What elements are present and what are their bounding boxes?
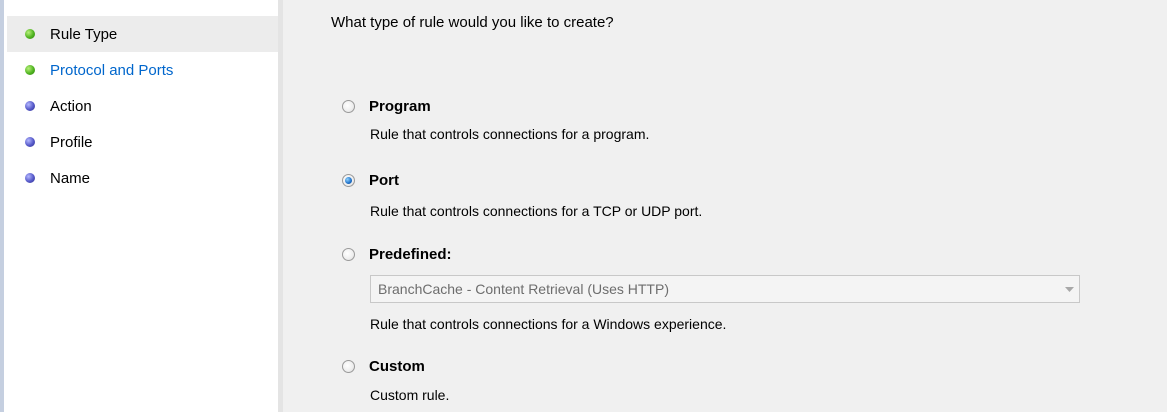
option-label: Custom (369, 358, 425, 375)
step-label: Name (50, 169, 91, 187)
step-profile[interactable]: Profile (7, 124, 278, 160)
steps-accent-bar (0, 0, 4, 412)
step-label: Protocol and Ports (50, 61, 174, 79)
option-port[interactable]: Port (342, 172, 399, 189)
predefined-rule-select[interactable]: BranchCache - Content Retrieval (Uses HT… (370, 275, 1080, 303)
step-rule-type[interactable]: Rule Type (7, 16, 278, 52)
option-label: Port (369, 172, 399, 189)
option-label: Predefined: (369, 246, 452, 263)
option-description: Rule that controls connections for a pro… (370, 126, 650, 142)
step-pending-icon (25, 101, 35, 111)
step-name[interactable]: Name (7, 160, 278, 196)
option-description: Custom rule. (370, 387, 450, 403)
page-question: What type of rule would you like to crea… (331, 14, 614, 31)
option-program[interactable]: Program (342, 98, 431, 115)
port-radio[interactable] (342, 174, 355, 187)
option-description: Rule that controls connections for a TCP… (370, 203, 703, 219)
step-label: Profile (50, 133, 93, 151)
step-protocol-and-ports[interactable]: Protocol and Ports (7, 52, 278, 88)
chevron-down-icon[interactable] (1059, 276, 1079, 302)
predefined-radio[interactable] (342, 248, 355, 261)
predefined-rule-value: BranchCache - Content Retrieval (Uses HT… (378, 281, 669, 297)
steps-pane: Rule Type Protocol and Ports Action Prof… (0, 0, 283, 412)
step-complete-icon (25, 65, 35, 75)
new-inbound-rule-wizard: Rule Type Protocol and Ports Action Prof… (0, 0, 1167, 412)
option-label: Program (369, 98, 431, 115)
step-label: Rule Type (50, 25, 118, 43)
program-radio[interactable] (342, 100, 355, 113)
step-complete-icon (25, 29, 35, 39)
option-custom[interactable]: Custom (342, 358, 425, 375)
step-pending-icon (25, 137, 35, 147)
option-description: Rule that controls connections for a Win… (370, 316, 727, 332)
option-predefined[interactable]: Predefined: (342, 246, 452, 263)
step-action[interactable]: Action (7, 88, 278, 124)
step-label: Action (50, 97, 92, 115)
custom-radio[interactable] (342, 360, 355, 373)
step-pending-icon (25, 173, 35, 183)
rule-type-page: What type of rule would you like to crea… (283, 0, 1167, 412)
